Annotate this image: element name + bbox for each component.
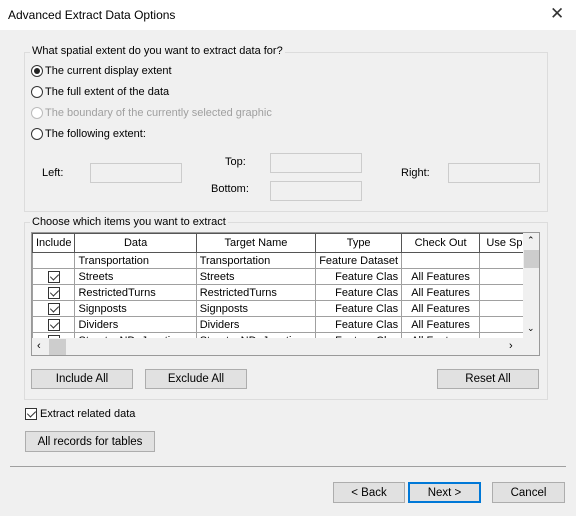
checkbox-icon[interactable] <box>47 270 60 283</box>
column-header[interactable]: Include <box>32 233 76 253</box>
extract-related-checkbox[interactable]: Extract related data <box>25 408 135 420</box>
checkout-cell[interactable]: All Features <box>401 268 481 285</box>
checkbox-icon[interactable] <box>47 286 60 299</box>
data-cell: RestrictedTurns <box>74 284 197 301</box>
extent-option-label: The boundary of the currently selected g… <box>45 107 272 119</box>
extent-group-label: What spatial extent do you want to extra… <box>30 45 285 57</box>
scroll-up-icon[interactable]: ⌃ <box>527 235 535 246</box>
include-cell[interactable] <box>32 300 76 317</box>
horizontal-scroll-thumb[interactable] <box>49 339 66 355</box>
table-row[interactable]: Transportation Transportation Feature Data… <box>32 252 539 269</box>
column-header[interactable]: Data <box>74 233 197 253</box>
radio-icon <box>31 107 43 119</box>
table-row[interactable]: Streets Streets Feature Clas All Features <box>32 268 539 285</box>
extent-option-label: The current display extent <box>45 65 172 77</box>
column-header[interactable]: Target Name <box>195 233 317 253</box>
data-cell: Signposts <box>74 300 197 317</box>
top-label: Top: <box>225 156 246 168</box>
extent-option-radio[interactable]: The following extent: <box>31 128 146 140</box>
table-row[interactable]: Signposts Signposts Feature Clas All Featur… <box>32 300 539 317</box>
checkbox-icon[interactable] <box>47 302 60 315</box>
extent-option-label: The following extent: <box>45 128 146 140</box>
column-header[interactable]: Check Out <box>401 233 481 253</box>
exclude-all-button[interactable]: Exclude All <box>145 369 247 389</box>
divider <box>10 466 566 467</box>
horizontal-scrollbar[interactable]: ‹ › <box>32 338 539 355</box>
extent-option-radio[interactable]: The full extent of the data <box>31 86 169 98</box>
checkout-cell[interactable]: All Features <box>401 300 481 317</box>
checkout-cell[interactable]: All Features <box>401 284 481 301</box>
target-cell[interactable]: RestrictedTurns <box>195 284 317 301</box>
type-cell: Feature Clas <box>315 316 403 333</box>
target-cell[interactable]: Dividers <box>195 316 317 333</box>
data-cell: Streets <box>74 268 197 285</box>
checkout-cell[interactable] <box>401 252 481 269</box>
data-cell: Transportation <box>74 252 197 269</box>
items-table: Include Data Target Name Type Check Out Use S… <box>32 233 539 349</box>
include-cell[interactable] <box>32 252 76 269</box>
items-grid[interactable]: Include Data Target Name Type Check Out Use S… <box>31 232 540 356</box>
type-cell: Feature Clas <box>315 268 403 285</box>
data-cell: Dividers <box>74 316 197 333</box>
checkbox-icon <box>25 408 37 420</box>
include-cell[interactable] <box>32 268 76 285</box>
cancel-button[interactable]: Cancel <box>492 482 565 503</box>
window-title: Advanced Extract Data Options <box>8 8 176 22</box>
right-input[interactable] <box>448 163 540 183</box>
include-cell[interactable] <box>32 316 76 333</box>
extent-option-radio[interactable]: The current display extent <box>31 65 172 77</box>
radio-icon <box>31 86 43 98</box>
next-button[interactable]: Next > <box>408 482 481 503</box>
scroll-down-icon[interactable]: ⌄ <box>527 323 535 334</box>
left-input[interactable] <box>90 163 182 183</box>
bottom-label: Bottom: <box>211 183 249 195</box>
checkbox-icon[interactable] <box>47 318 60 331</box>
extent-option-label: The full extent of the data <box>45 86 170 98</box>
type-cell: Feature Clas <box>315 284 403 301</box>
target-cell[interactable]: Transportation <box>195 252 317 269</box>
all-records-button[interactable]: All records for tables <box>25 431 155 452</box>
checkout-cell[interactable]: All Features <box>401 316 481 333</box>
reset-all-button[interactable]: Reset All <box>437 369 539 389</box>
target-cell[interactable]: Signposts <box>195 300 317 317</box>
items-group-label: Choose which items you want to extract <box>30 216 228 228</box>
scroll-right-icon[interactable]: › <box>509 340 513 352</box>
table-row[interactable]: Dividers Dividers Feature Clas All Features <box>32 316 539 333</box>
table-row[interactable]: RestrictedTurns RestrictedTurns Feature Cl… <box>32 284 539 301</box>
vertical-scroll-thumb[interactable] <box>524 250 539 268</box>
top-input[interactable] <box>270 153 362 173</box>
bottom-input[interactable] <box>270 181 362 201</box>
right-label: Right: <box>401 167 430 179</box>
include-cell[interactable] <box>32 284 76 301</box>
vertical-scrollbar[interactable]: ⌃ ⌄ <box>523 233 539 338</box>
close-icon[interactable]: ✕ <box>550 4 564 24</box>
extract-related-label: Extract related data <box>40 408 136 420</box>
type-cell: Feature Dataset <box>315 252 403 269</box>
left-label: Left: <box>42 167 64 179</box>
target-cell[interactable]: Streets <box>195 268 317 285</box>
include-all-button[interactable]: Include All <box>31 369 133 389</box>
type-cell: Feature Clas <box>315 300 403 317</box>
column-header[interactable]: Type <box>315 233 403 253</box>
radio-icon <box>31 65 43 77</box>
extent-option-radio: The boundary of the currently selected g… <box>31 107 272 119</box>
radio-icon <box>31 128 43 140</box>
back-button[interactable]: < Back <box>333 482 405 503</box>
scroll-left-icon[interactable]: ‹ <box>37 340 41 352</box>
